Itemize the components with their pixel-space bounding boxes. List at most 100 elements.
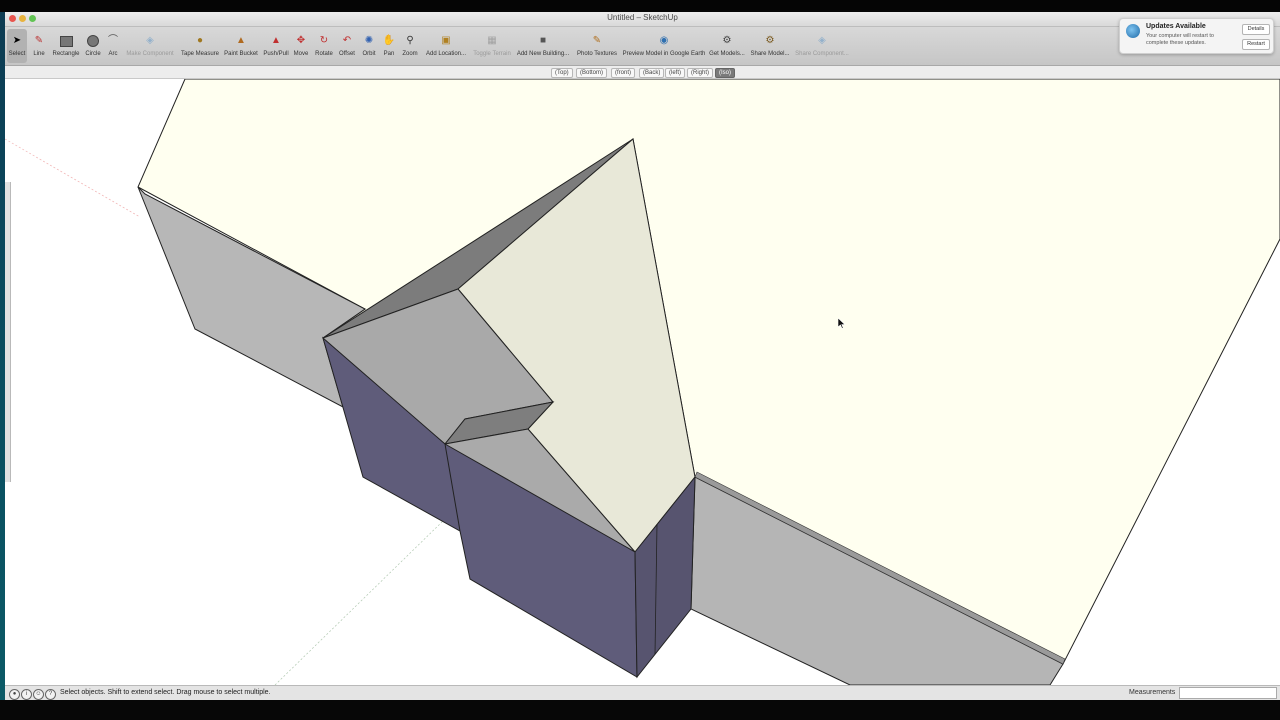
component-icon: ◈ [146, 35, 154, 46]
tool-label: Preview Model in Google Earth [622, 51, 706, 57]
tool-label: Share Component... [795, 51, 849, 57]
tool-rectangle[interactable]: Rectangle [52, 29, 80, 63]
arrow-cursor-icon: ➤ [12, 35, 22, 46]
main-toolbar: ➤ Select ✎ Line Rectangle Circle ⌒ Arc ◈… [5, 27, 1280, 66]
tool-preview-google-earth[interactable]: ◉ Preview Model in Google Earth [622, 29, 706, 63]
geo-location-icon[interactable]: ● [9, 689, 20, 700]
details-button[interactable]: Details [1242, 24, 1270, 35]
left-tool-palette [5, 182, 11, 482]
tool-photo-textures[interactable]: ✎ Photo Textures [574, 29, 620, 63]
tool-label: Paint Bucket [224, 51, 258, 57]
tool-label: Orbit [362, 51, 376, 57]
tool-select[interactable]: ➤ Select [7, 29, 27, 63]
view-left-button[interactable]: (left) [665, 68, 685, 78]
view-back-button[interactable]: (Back) [639, 68, 665, 78]
tool-toggle-terrain[interactable]: ▦ Toggle Terrain [471, 29, 513, 63]
drawing-viewport[interactable] [5, 78, 1280, 686]
tool-label: Tape Measure [180, 51, 220, 57]
tool-add-location[interactable]: ▣ Add Location... [423, 29, 469, 63]
notification-title: Updates Available [1146, 23, 1206, 30]
circle-icon [86, 34, 100, 48]
arc-icon: ⌒ [108, 35, 118, 46]
mac-menu-bar [0, 0, 1280, 12]
tool-zoom[interactable]: ⚲ Zoom [401, 29, 419, 63]
tool-pan[interactable]: ✋ Pan [382, 29, 396, 63]
updates-notification: Updates Available Your computer will res… [1119, 18, 1274, 54]
share-component-icon: ◈ [818, 35, 826, 46]
tool-label: Move [293, 51, 309, 57]
tool-label: Zoom [402, 51, 418, 57]
tool-label: Add Location... [425, 51, 467, 57]
view-right-button[interactable]: (Right) [687, 68, 714, 78]
sketchup-window: Untitled – SketchUp ➤ Select ✎ Line Rect… [5, 12, 1280, 700]
tool-label: Circle [85, 51, 101, 57]
photo-texture-icon: ✎ [592, 35, 602, 46]
view-bottom-button[interactable]: (Bottom) [576, 68, 608, 78]
tool-orbit[interactable]: ✺ Orbit [360, 29, 378, 63]
measurements-field[interactable] [1179, 687, 1277, 699]
notification-body: Your computer will restart to complete t… [1146, 33, 1214, 46]
tool-label: Push/Pull [263, 51, 289, 57]
tool-label: Rotate [315, 51, 333, 57]
magnifier-icon: ⚲ [406, 35, 414, 46]
tool-tape-measure[interactable]: ● Tape Measure [180, 29, 220, 63]
tool-label: Make Component [126, 51, 174, 57]
push-pull-icon: ▲ [271, 35, 281, 46]
paint-bucket-icon: ▲ [236, 35, 246, 46]
tool-push-pull[interactable]: ▲ Push/Pull [262, 29, 290, 63]
software-update-icon [1126, 24, 1140, 38]
help-icon[interactable]: ? [45, 689, 56, 700]
view-front-button[interactable]: (front) [611, 68, 636, 78]
restart-button[interactable]: Restart [1242, 39, 1270, 50]
pencil-icon: ✎ [34, 35, 44, 46]
title-bar: Untitled – SketchUp [5, 12, 1280, 27]
views-toolbar: (Top) (Bottom) (front) (Back) (left) (Ri… [5, 66, 1280, 79]
tool-label: Photo Textures [577, 51, 617, 57]
get-models-icon: ⚙ [722, 35, 732, 46]
tool-arc[interactable]: ⌒ Arc [106, 29, 120, 63]
view-top-button[interactable]: (Top) [551, 68, 573, 78]
tool-rotate[interactable]: ↻ Rotate [314, 29, 334, 63]
tool-move[interactable]: ✥ Move [293, 29, 309, 63]
user-icon[interactable]: ☺ [33, 689, 44, 700]
red-axis-line [5, 138, 141, 218]
tool-make-component[interactable]: ◈ Make Component [124, 29, 176, 63]
tool-line[interactable]: ✎ Line [31, 29, 47, 63]
status-bar: ● i ☺ ? Select objects. Shift to extend … [5, 685, 1280, 700]
building-icon: ■ [539, 35, 547, 46]
tool-label: Select [8, 51, 26, 57]
tool-label: Get Models... [709, 51, 745, 57]
move-icon: ✥ [296, 35, 306, 46]
dock-area [0, 700, 1280, 720]
tool-label: Toggle Terrain [473, 51, 511, 57]
add-location-icon: ▣ [441, 35, 451, 46]
tool-offset[interactable]: ↶ Offset [337, 29, 357, 63]
google-earth-icon: ◉ [659, 35, 669, 46]
model-canvas[interactable] [5, 78, 1280, 686]
tool-share-component[interactable]: ◈ Share Component... [794, 29, 850, 63]
offset-icon: ↶ [342, 35, 352, 46]
tool-get-models[interactable]: ⚙ Get Models... [709, 29, 745, 63]
terrain-icon: ▦ [487, 35, 497, 46]
view-iso-button[interactable]: (Iso) [715, 68, 735, 78]
tape-measure-icon: ● [196, 35, 204, 46]
tool-paint-bucket[interactable]: ▲ Paint Bucket [223, 29, 259, 63]
share-model-icon: ⚙ [765, 35, 775, 46]
tool-label: Offset [339, 51, 355, 57]
green-axis-line [274, 518, 446, 686]
rectangle-icon [59, 34, 73, 48]
tool-label: Arc [108, 51, 118, 57]
tool-circle[interactable]: Circle [84, 29, 102, 63]
tool-label: Rectangle [52, 51, 80, 57]
tool-add-new-building[interactable]: ■ Add New Building... [515, 29, 571, 63]
credits-icon[interactable]: i [21, 689, 32, 700]
tool-share-model[interactable]: ⚙ Share Model... [750, 29, 790, 63]
measurements-label: Measurements [1129, 689, 1176, 696]
orbit-icon: ✺ [364, 35, 374, 46]
rotate-icon: ↻ [319, 35, 329, 46]
tool-label: Share Model... [750, 51, 790, 57]
tool-label: Add New Building... [516, 51, 570, 57]
window-title: Untitled – SketchUp [607, 13, 678, 22]
tool-label: Pan [383, 51, 395, 57]
mouse-pointer-icon [837, 316, 846, 334]
